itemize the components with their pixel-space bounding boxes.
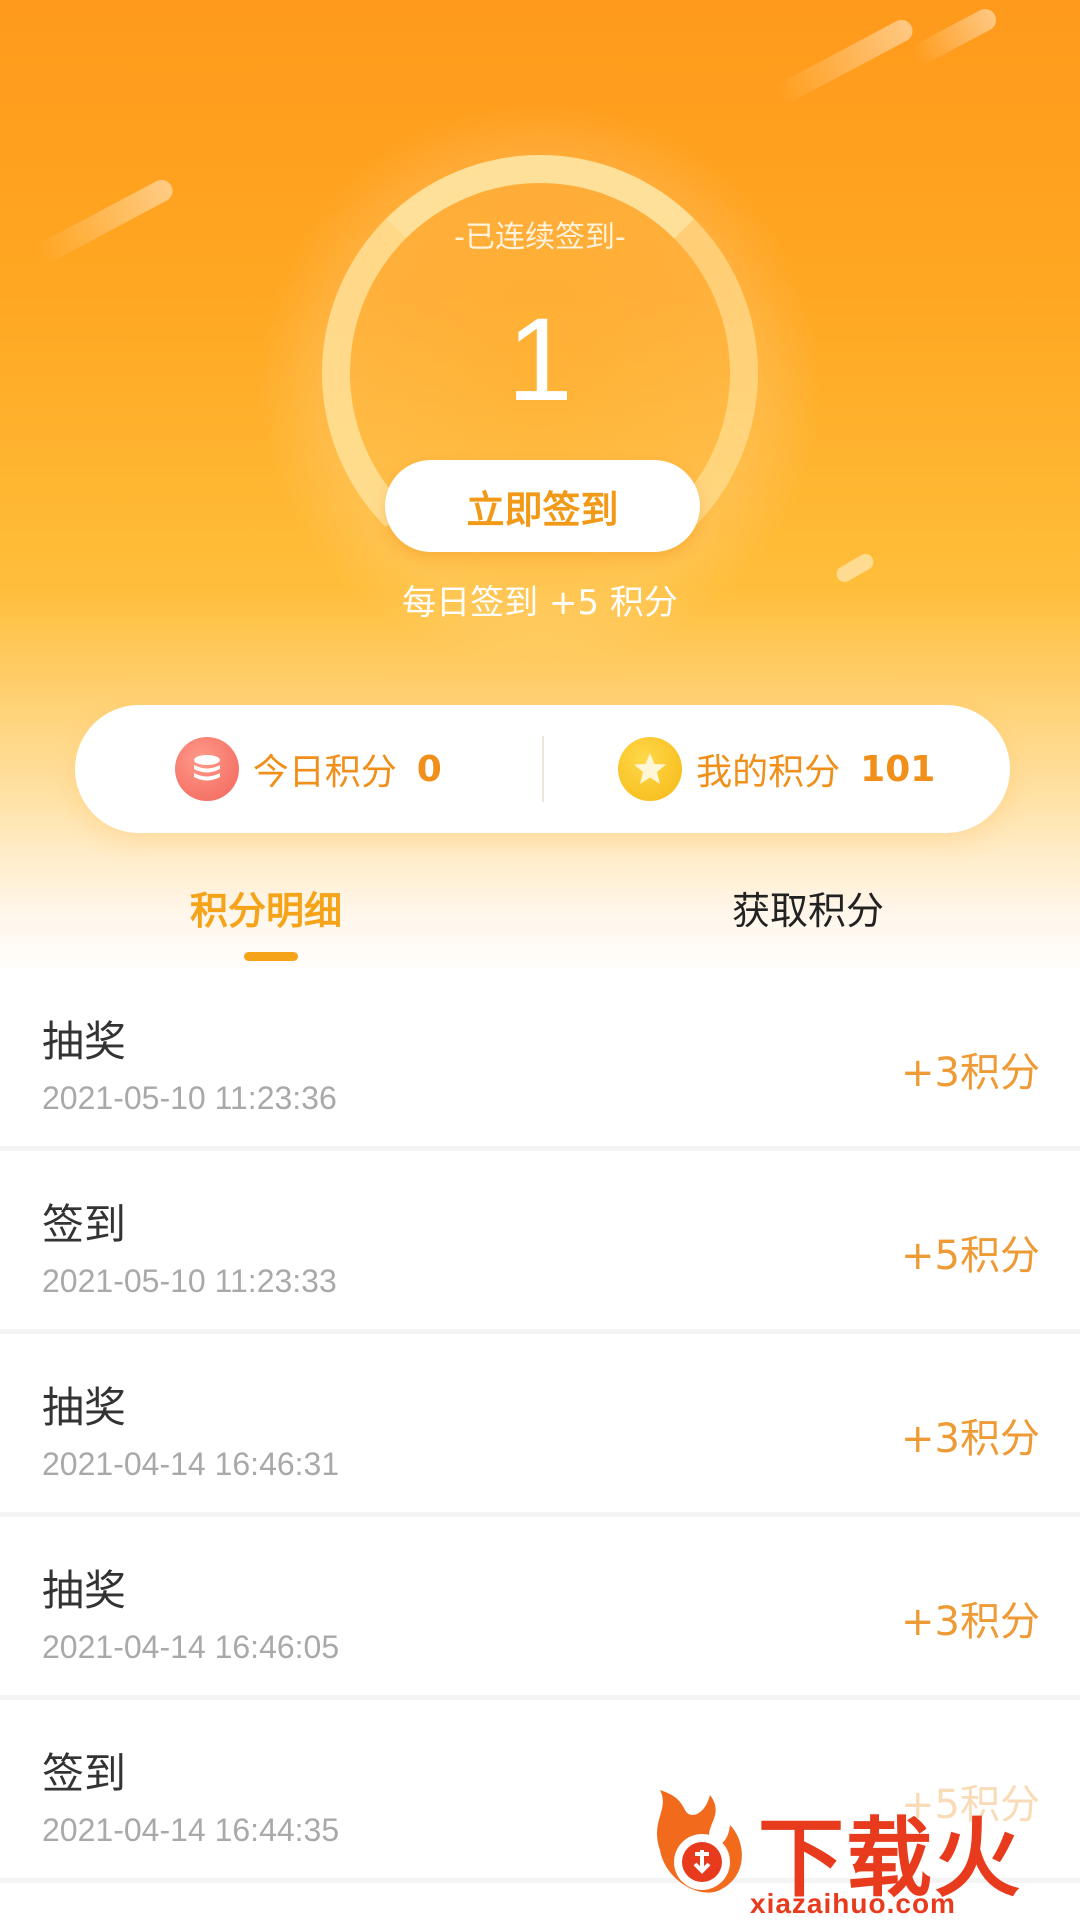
record-time: 2021-04-14 16:44:35 (42, 1812, 340, 1848)
tab-bar: 积分明细 获取积分 (0, 880, 1080, 970)
record-time: 2021-05-10 11:23:33 (42, 1263, 337, 1299)
list-item: 抽奖 2021-04-14 16:46:31 +3积分 (0, 1334, 1080, 1517)
watermark-url: xiazaihuo.com (750, 1888, 956, 1919)
list-item: 签到 2021-05-10 11:23:33 +5积分 (0, 1151, 1080, 1334)
signin-header: -已连续签到- 1 立即签到 每日签到 +5 积分 (0, 0, 1080, 980)
today-points-label: 今日积分 (252, 752, 397, 793)
decor-streak (910, 5, 1000, 67)
list-item: 抽奖 2021-04-14 16:46:05 +3积分 (0, 1517, 1080, 1700)
record-points: +5积分 (901, 1233, 1040, 1279)
tab-points-detail[interactable]: 积分明细 (190, 880, 342, 935)
points-summary-card: 今日积分 0 我的积分 101 (75, 705, 1010, 833)
record-points: +3积分 (901, 1416, 1040, 1462)
my-points-label: 我的积分 (696, 752, 841, 793)
record-title: 签到 (42, 1200, 127, 1249)
points-record-list: 抽奖 2021-05-10 11:23:36 +3积分 签到 2021-05-1… (0, 968, 1080, 1883)
record-points: +3积分 (901, 1599, 1040, 1645)
streak-label: -已连续签到- (454, 220, 626, 255)
daily-bonus-text: 每日签到 +5 积分 (402, 583, 678, 623)
record-title: 抽奖 (42, 1383, 127, 1432)
record-title: 抽奖 (42, 1566, 127, 1615)
active-tab-indicator (244, 952, 298, 961)
list-item: 抽奖 2021-05-10 11:23:36 +3积分 (0, 968, 1080, 1151)
streak-count: 1 (507, 294, 573, 426)
record-points: +3积分 (901, 1050, 1040, 1096)
today-points: 今日积分 0 (75, 737, 542, 801)
record-time: 2021-04-14 16:46:31 (42, 1446, 340, 1482)
coin-stack-icon (174, 737, 239, 801)
tab-earn-points[interactable]: 获取积分 (732, 880, 884, 935)
record-time: 2021-04-14 16:46:05 (42, 1629, 340, 1665)
flame-logo-icon (657, 1790, 742, 1893)
star-coin-icon (618, 737, 683, 801)
decor-streak (773, 16, 917, 106)
today-points-value: 0 (416, 748, 442, 790)
my-points-value: 101 (860, 748, 936, 790)
record-time: 2021-05-10 11:23:36 (42, 1080, 337, 1116)
my-points[interactable]: 我的积分 101 (544, 737, 1011, 801)
watermark: 下载火 xiazaihuo.com (640, 1780, 1070, 1920)
sign-in-button[interactable]: 立即签到 (385, 460, 700, 552)
record-title: 签到 (42, 1749, 127, 1798)
record-title: 抽奖 (42, 1017, 127, 1066)
